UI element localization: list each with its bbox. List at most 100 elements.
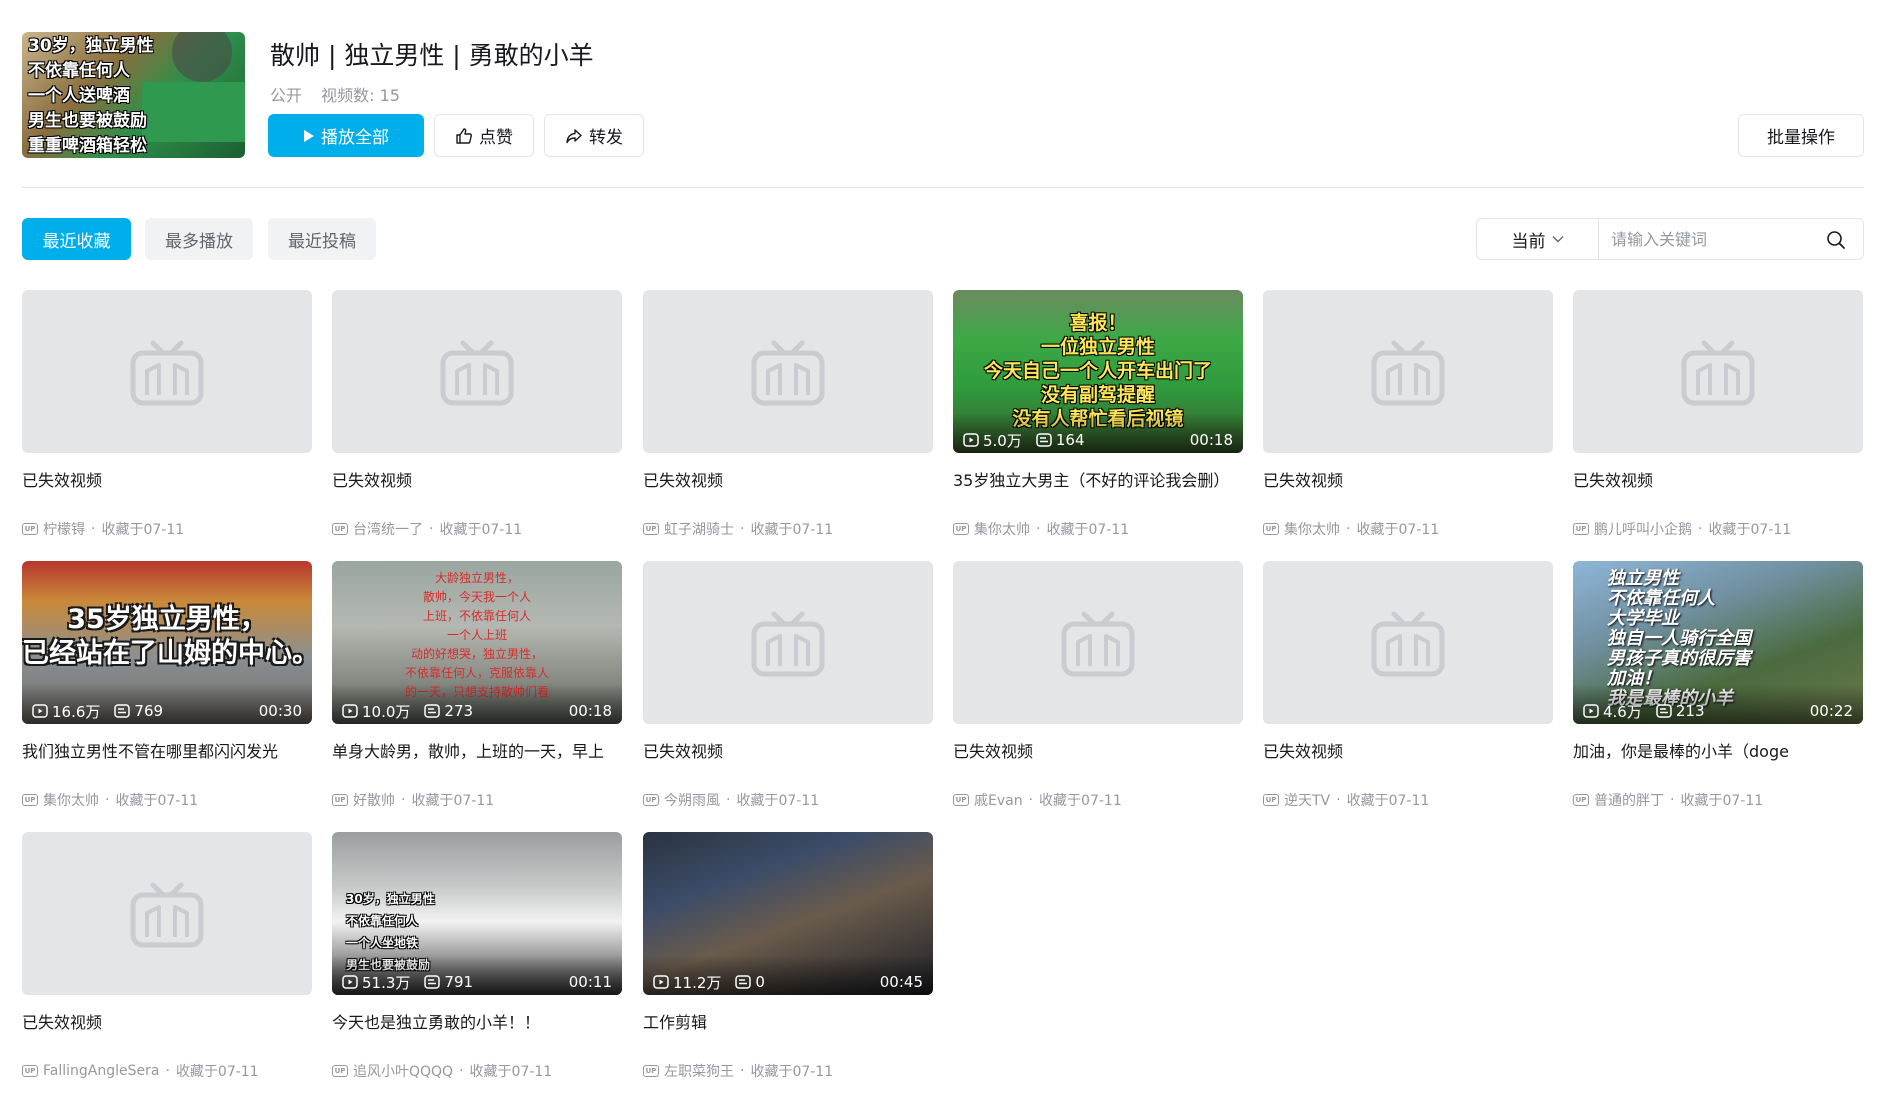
tab-most-played[interactable]: 最多播放 xyxy=(145,218,253,260)
uploader-name[interactable]: 好散帅 xyxy=(353,790,395,810)
meta-separator: · xyxy=(1336,792,1341,808)
uploader-name[interactable]: 普通的胖丁 xyxy=(1594,790,1664,810)
up-icon: UP xyxy=(1263,794,1279,806)
play-count-value: 51.3万 xyxy=(362,973,411,992)
video-title[interactable]: 已失效视频 xyxy=(22,470,312,492)
play-count: 10.0万 xyxy=(342,701,410,722)
collected-date: 收藏于07-11 xyxy=(175,1064,259,1080)
uploader-name[interactable]: 左职菜狗王 xyxy=(664,1061,734,1081)
meta-separator: · xyxy=(105,792,110,808)
video-title[interactable]: 已失效视频 xyxy=(643,741,933,763)
video-title[interactable]: 35岁独立大男主（不好的评论我会删） xyxy=(953,470,1243,492)
collected-date: 收藏于07-11 xyxy=(101,522,185,538)
danmaku-count-icon xyxy=(1036,433,1052,447)
video-thumbnail[interactable] xyxy=(22,290,312,453)
video-thumbnail[interactable]: 30岁，独立男性不依靠任何人一个人坐地铁男生也要被鼓励51.3万79100:11 xyxy=(332,832,622,995)
video-title[interactable]: 已失效视频 xyxy=(643,470,933,492)
like-button[interactable]: 点赞 xyxy=(434,114,534,157)
video-card: 已失效视频 UP 鹏儿呼叫小企鹅 · 收藏于07-11 xyxy=(1573,290,1863,540)
uploader-name[interactable]: 追风小叶QQQQ xyxy=(353,1061,453,1081)
folder-cover-image[interactable]: 30岁，独立男性 不依靠任何人 一个人送啤酒 男生也要被鼓励 重重啤酒箱轻松 xyxy=(22,32,245,158)
up-icon: UP xyxy=(332,794,348,806)
video-title[interactable]: 工作剪辑 xyxy=(643,1012,933,1034)
video-card: 已失效视频 UP FallingAngleSera · 收藏于07-11 xyxy=(22,832,312,1082)
invalid-video-tv-icon xyxy=(1681,340,1755,405)
danmaku-count-value: 273 xyxy=(444,702,474,720)
meta-separator: · xyxy=(1036,521,1041,537)
invalid-video-tv-icon xyxy=(440,340,514,405)
search-scope-label: 当前 xyxy=(1511,231,1546,252)
video-card: 已失效视频 UP 集你太帅 · 收藏于07-11 xyxy=(1263,290,1553,540)
video-thumbnail[interactable] xyxy=(643,561,933,724)
video-thumbnail[interactable]: 35岁独立男性， 已经站在了山姆的中心。 16.6万 769 00:30 xyxy=(22,561,312,724)
share-button[interactable]: 转发 xyxy=(544,114,644,157)
video-duration: 00:22 xyxy=(1809,702,1853,720)
video-title[interactable]: 单身大龄男，散帅，上班的一天，早上 xyxy=(332,741,622,763)
video-title[interactable]: 我们独立男性不管在哪里都闪闪发光 xyxy=(22,741,312,763)
video-thumbnail[interactable]: 大龄独立男性， 散帅，今天我一个人 上班，不依靠任何人 一个人上班 动的好想哭，独立男性… xyxy=(332,561,622,724)
uploader-name[interactable]: 台湾统一了 xyxy=(353,519,423,539)
video-thumbnail[interactable] xyxy=(953,561,1243,724)
tab-recent-favorites[interactable]: 最近收藏 xyxy=(22,218,131,260)
up-icon: UP xyxy=(643,1065,659,1077)
video-title[interactable]: 已失效视频 xyxy=(1573,470,1863,492)
video-meta: UP 戚Evan · 收藏于07-11 xyxy=(953,790,1243,810)
meta-separator: · xyxy=(459,1063,464,1079)
video-thumbnail[interactable] xyxy=(1573,290,1863,453)
video-thumbnail[interactable] xyxy=(22,832,312,995)
search-icon[interactable] xyxy=(1823,227,1849,253)
video-title[interactable]: 已失效视频 xyxy=(1263,741,1553,763)
video-thumbnail[interactable] xyxy=(332,290,622,453)
video-title[interactable]: 已失效视频 xyxy=(953,741,1243,763)
header-divider xyxy=(22,187,1864,188)
collected-date: 收藏于07-11 xyxy=(115,793,199,809)
search-input[interactable] xyxy=(1611,225,1811,253)
search-scope-dropdown[interactable]: 当前 xyxy=(1477,219,1599,259)
uploader-name[interactable]: 集你太帅 xyxy=(43,790,99,810)
danmaku-count: 213 xyxy=(1656,702,1705,720)
meta-separator: · xyxy=(1670,792,1675,808)
uploader-name[interactable]: 逆天TV xyxy=(1284,790,1330,810)
meta-separator: · xyxy=(165,1063,170,1079)
video-title[interactable]: 已失效视频 xyxy=(1263,470,1553,492)
video-title[interactable]: 今天也是独立勇敢的小羊！！ xyxy=(332,1012,622,1034)
video-thumbnail[interactable] xyxy=(643,290,933,453)
uploader-name[interactable]: 虹子湖骑士 xyxy=(664,519,734,539)
video-duration: 00:45 xyxy=(879,973,923,991)
video-title[interactable]: 加油，你是最棒的小羊（doge xyxy=(1573,741,1863,763)
play-all-button[interactable]: 播放全部 xyxy=(268,114,424,157)
video-thumbnail[interactable] xyxy=(1263,290,1553,453)
invalid-video-tv-icon xyxy=(751,611,825,676)
video-thumbnail[interactable] xyxy=(1263,561,1553,724)
up-icon: UP xyxy=(22,1065,38,1077)
video-title[interactable]: 已失效视频 xyxy=(332,470,622,492)
uploader-name[interactable]: FallingAngleSera xyxy=(43,1063,159,1079)
collected-date: 收藏于07-11 xyxy=(411,793,495,809)
like-label: 点赞 xyxy=(479,128,513,148)
meta-separator: · xyxy=(726,792,731,808)
uploader-name[interactable]: 今朔雨風 xyxy=(664,790,720,810)
collected-date: 收藏于07-11 xyxy=(1680,793,1764,809)
collected-date: 收藏于07-11 xyxy=(1356,522,1440,538)
uploader-name[interactable]: 鹏儿呼叫小企鹅 xyxy=(1594,519,1692,539)
cover-caption-line: 不依靠任何人 xyxy=(28,61,130,81)
video-thumbnail[interactable]: 独立男性不依靠任何人大学毕业独自一人骑行全国男孩子真的很厉害加油！我是最棒的小羊… xyxy=(1573,561,1863,724)
danmaku-count: 273 xyxy=(424,702,473,720)
video-thumbnail[interactable]: 喜报！一位独立男性今天自己一个人开车出门了没有副驾提醒没有人帮忙看后视镜5.0万… xyxy=(953,290,1243,453)
collected-date: 收藏于07-11 xyxy=(1346,793,1430,809)
danmaku-count-value: 0 xyxy=(755,973,765,991)
video-thumbnail[interactable]: 11.2万 0 00:45 xyxy=(643,832,933,995)
video-meta: UP 普通的胖丁 · 收藏于07-11 xyxy=(1573,790,1863,810)
uploader-name[interactable]: 戚Evan xyxy=(974,790,1023,810)
thumbnail-caption: 不依靠任何人 xyxy=(346,914,419,928)
uploader-name[interactable]: 集你太帅 xyxy=(974,519,1030,539)
batch-operation-button[interactable]: 批量操作 xyxy=(1738,114,1864,157)
video-stats-bar: 16.6万 769 00:30 xyxy=(22,684,312,724)
tab-recent-uploads[interactable]: 最近投稿 xyxy=(268,218,376,260)
uploader-name[interactable]: 集你太帅 xyxy=(1284,519,1340,539)
collected-date: 收藏于07-11 xyxy=(750,1064,834,1080)
uploader-name[interactable]: 柠檬锝 xyxy=(43,519,85,539)
up-icon: UP xyxy=(22,523,38,535)
video-title[interactable]: 已失效视频 xyxy=(22,1012,312,1034)
folder-title: 散帅 | 独立男性 | 勇敢的小羊 xyxy=(270,41,594,70)
